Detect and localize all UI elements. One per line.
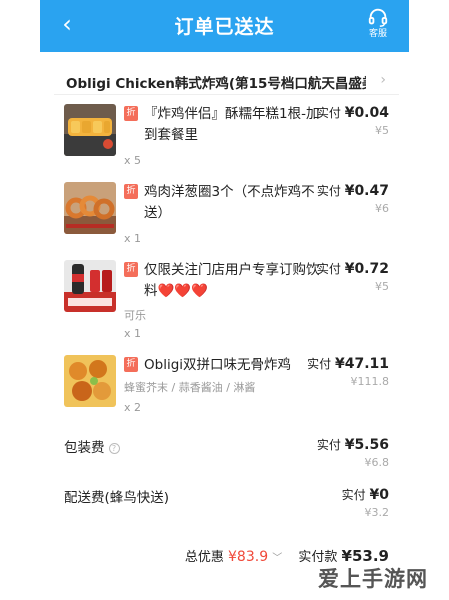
paid-price: 实付 ¥0.47 <box>316 183 389 199</box>
question-circle-icon[interactable]: ? <box>108 443 120 454</box>
customer-service-label: 客服 <box>368 29 387 39</box>
original-price: ¥6.8 <box>364 456 390 469</box>
item-quantity: x 2 <box>124 401 142 414</box>
chevron-down-icon[interactable]: ﹀ <box>272 553 282 564</box>
fee-label: 配送费(蜂鸟快送) <box>64 490 170 506</box>
paid-price: 实付 ¥47.11 <box>307 356 389 372</box>
price-box: 实付 ¥0.72 ¥5 <box>317 260 389 293</box>
item-thumbnail-cola <box>64 260 116 312</box>
packaging-fee-row: 包装费? 实付 ¥5.56 ¥6.8 <box>64 436 389 480</box>
chevron-right-icon: › <box>380 72 386 88</box>
watermark-text: 爱上手游网 <box>318 567 428 591</box>
headset-icon <box>368 8 388 27</box>
customer-service-button[interactable]: 客服 <box>361 6 395 46</box>
item-spec: 可乐 <box>124 309 146 322</box>
item-thumbnail-fried-chicken <box>64 355 116 407</box>
order-item: 折 鸡肉洋葱圈3个（不点炸鸡不送） x 1 实付 ¥0.47 ¥6 <box>64 182 389 257</box>
screenshot-canvas: ‹ 订单已送达 客服 Obligi Chicken韩式炸鸡(第15号档口航天昌盛… <box>0 0 449 600</box>
discount-label: 总优惠 <box>184 550 224 565</box>
item-quantity: x 1 <box>124 327 142 340</box>
total-discount-value[interactable]: ¥83.9 <box>228 549 268 565</box>
discount-tag: 折 <box>124 184 138 199</box>
order-detail-screen: ‹ 订单已送达 客服 Obligi Chicken韩式炸鸡(第15号档口航天昌盛… <box>40 0 409 600</box>
item-name: 『炸鸡伴侣』酥糯年糕1根-加到套餐里 <box>144 106 320 143</box>
item-name: Obligi双拼口味无骨炸鸡 <box>144 357 292 373</box>
item-quantity: x 5 <box>124 154 142 167</box>
paid-price: 实付 ¥0.72 <box>316 261 389 277</box>
store-name: Obligi Chicken韩式炸鸡(第15号档口航天昌盛美... <box>66 76 366 92</box>
original-price: ¥111.8 <box>350 375 390 388</box>
store-link[interactable]: Obligi Chicken韩式炸鸡(第15号档口航天昌盛美... › <box>66 72 386 94</box>
price-box: 实付 ¥0.47 ¥6 <box>317 182 389 215</box>
discount-tag: 折 <box>124 106 138 121</box>
price-box: 实付 ¥0.04 ¥5 <box>317 104 389 137</box>
order-card: Obligi Chicken韩式炸鸡(第15号档口航天昌盛美... › 折 『炸… <box>54 58 399 600</box>
order-item: 折 仅限关注门店用户专享订购饮料❤️❤️❤️ 可乐 x 1 实付 ¥0.72 ¥… <box>64 260 389 340</box>
delivery-fee-row: 配送费(蜂鸟快送) 实付 ¥0 ¥3.2 <box>64 486 389 530</box>
paid-price: 实付 ¥0.04 <box>316 105 389 121</box>
paid-price: 实付 ¥0 <box>341 487 389 503</box>
order-item: 折 Obligi双拼口味无骨炸鸡 蜂蜜芥末 / 蒜香酱油 / 淋酱 x 2 实付… <box>64 355 389 430</box>
price-box: 实付 ¥5.56 ¥6.8 <box>317 436 389 469</box>
divider <box>54 94 399 95</box>
item-name: 鸡肉洋葱圈3个（不点炸鸡不送） <box>144 184 315 221</box>
item-thumbnail-rice-cake <box>64 104 116 156</box>
discount-tag: 折 <box>124 262 138 277</box>
page-title: 订单已送达 <box>174 16 275 38</box>
item-thumbnail-onion-rings <box>64 182 116 234</box>
original-price: ¥5 <box>375 280 389 293</box>
fee-label: 包装费? <box>64 436 120 456</box>
paid-price: 实付 ¥5.56 <box>316 437 389 453</box>
price-box: 实付 ¥0 ¥3.2 <box>342 486 389 519</box>
original-price: ¥3.2 <box>364 506 390 519</box>
discount-tag: 折 <box>124 357 138 372</box>
original-price: ¥5 <box>375 124 389 137</box>
order-item: 折 『炸鸡伴侣』酥糯年糕1根-加到套餐里 x 5 实付 ¥0.04 ¥5 <box>64 104 389 179</box>
item-spec: 蜂蜜芥末 / 蒜香酱油 / 淋酱 <box>124 381 256 394</box>
item-quantity: x 1 <box>124 232 142 245</box>
original-price: ¥6 <box>375 202 389 215</box>
price-box: 实付 ¥47.11 ¥111.8 <box>307 355 389 388</box>
app-header: ‹ 订单已送达 客服 <box>40 0 409 52</box>
item-name: 仅限关注门店用户专享订购饮料❤️❤️❤️ <box>144 262 320 299</box>
